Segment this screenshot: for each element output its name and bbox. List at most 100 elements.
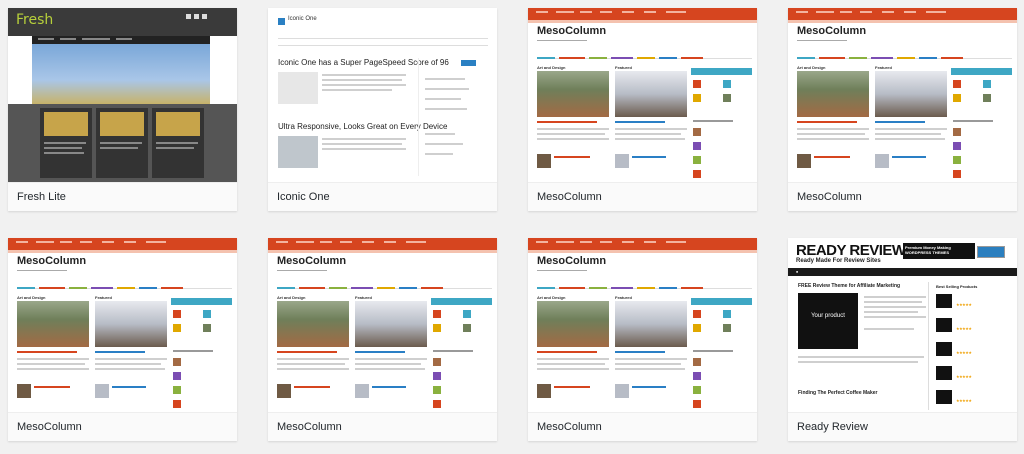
preview-column xyxy=(96,108,148,178)
preview-image xyxy=(278,72,318,104)
post-title xyxy=(875,121,925,123)
preview-tabs xyxy=(951,68,1012,75)
theme-name: MesoColumn xyxy=(8,412,237,441)
preview-tabs xyxy=(691,298,752,305)
preview-column xyxy=(40,108,92,178)
theme-card-fresh-lite[interactable]: Fresh Fresh Lite xyxy=(8,8,237,211)
theme-name: MesoColumn xyxy=(788,182,1017,211)
preview-nav: ■ xyxy=(788,268,1017,276)
theme-card-mesocolumn[interactable]: MesoColumn Art and Design Featured MesoC… xyxy=(528,238,757,441)
theme-name: MesoColumn xyxy=(528,412,757,441)
preview-image xyxy=(537,71,609,117)
social-icon xyxy=(202,14,207,19)
preview-topbar xyxy=(8,238,237,250)
preview-logo: READY REVIEW xyxy=(796,242,906,259)
section-heading: Featured xyxy=(615,295,632,300)
preview-tabs xyxy=(691,68,752,75)
preview-sidebar xyxy=(418,58,479,176)
product-thumb xyxy=(936,342,952,356)
section-heading: Featured xyxy=(875,65,892,70)
preview-image xyxy=(95,301,167,347)
post-title xyxy=(95,351,145,353)
theme-card-mesocolumn[interactable]: MesoColumn Art and Design Featured MesoC… xyxy=(528,8,757,211)
preview-headline: FREE Review Theme for Affiliate Marketin… xyxy=(798,283,901,289)
preview-topbar xyxy=(268,238,497,250)
preview-product-image: Your product xyxy=(798,293,858,349)
preview-logo: MesoColumn xyxy=(537,25,607,37)
section-heading: Art and Design xyxy=(797,65,826,70)
banner-text: Premium Money Making WORDPRESS THEMES xyxy=(905,245,951,255)
preview-search-button xyxy=(461,60,476,66)
divider xyxy=(928,282,929,410)
post-title xyxy=(537,121,597,123)
preview-logo: MesoColumn xyxy=(17,255,87,267)
section-heading: Art and Design xyxy=(537,65,566,70)
preview-nav xyxy=(537,280,752,289)
social-icon xyxy=(186,14,191,19)
section-heading: Featured xyxy=(95,295,112,300)
preview-post-title: Finding The Perfect Coffee Maker xyxy=(798,390,878,396)
preview-image xyxy=(615,71,687,117)
theme-screenshot: READY REVIEW Ready Made For Review Sites… xyxy=(788,238,1017,412)
preview-tabs xyxy=(431,298,492,305)
theme-screenshot: MesoColumn Art and Design Featured xyxy=(268,238,497,412)
preview-logo: Fresh xyxy=(16,12,54,28)
post-title xyxy=(277,351,337,353)
theme-name: Iconic One xyxy=(268,182,497,211)
product-thumb xyxy=(936,294,952,308)
theme-screenshot: MesoColumn Art and Design Featured xyxy=(528,8,757,182)
post-title xyxy=(615,121,665,123)
preview-logo: MesoColumn xyxy=(277,255,347,267)
preview-image xyxy=(355,301,427,347)
preview-column xyxy=(152,108,204,178)
theme-card-mesocolumn[interactable]: MesoColumn Art and Design Featured MesoC… xyxy=(788,8,1017,211)
preview-logo: MesoColumn xyxy=(537,255,607,267)
theme-card-ready-review[interactable]: READY REVIEW Ready Made For Review Sites… xyxy=(788,238,1017,441)
preview-nav xyxy=(278,38,488,46)
preview-banner-ad: Premium Money Making WORDPRESS THEMES xyxy=(903,243,975,259)
theme-card-mesocolumn[interactable]: MesoColumn Art and Design Featured MesoC… xyxy=(268,238,497,441)
theme-card-iconic-one[interactable]: Iconic One Iconic One has a Super PageSp… xyxy=(268,8,497,211)
preview-nav xyxy=(797,50,1012,59)
preview-nav xyxy=(32,36,210,44)
theme-name: Fresh Lite xyxy=(8,182,237,211)
preview-topbar xyxy=(528,238,757,250)
section-heading: Featured xyxy=(355,295,372,300)
preview-image xyxy=(278,136,318,168)
theme-screenshot: Fresh xyxy=(8,8,237,182)
post-title xyxy=(355,351,405,353)
section-heading: Art and Design xyxy=(537,295,566,300)
section-heading: Art and Design xyxy=(277,295,306,300)
post-title xyxy=(537,351,597,353)
post-title xyxy=(615,351,665,353)
preview-image xyxy=(277,301,349,347)
post-title xyxy=(17,351,77,353)
preview-logo: Iconic One xyxy=(288,16,317,22)
preview-image xyxy=(17,301,89,347)
post-title xyxy=(797,121,857,123)
preview-tabs xyxy=(171,298,232,305)
theme-card-mesocolumn[interactable]: MesoColumn Art and Design Featured MesoC… xyxy=(8,238,237,441)
product-thumb xyxy=(936,366,952,380)
section-heading: Featured xyxy=(615,65,632,70)
sidebar-heading: Best Selling Products xyxy=(936,284,978,289)
product-label: Your product xyxy=(811,313,845,319)
iconic-logo-icon xyxy=(278,18,285,25)
preview-hero-image xyxy=(32,44,210,104)
banner-button xyxy=(977,246,1005,258)
theme-screenshot: MesoColumn Art and Design Featured xyxy=(788,8,1017,182)
social-icon xyxy=(194,14,199,19)
theme-name: MesoColumn xyxy=(268,412,497,441)
product-thumb xyxy=(936,390,952,404)
theme-screenshot: MesoColumn Art and Design Featured xyxy=(528,238,757,412)
preview-tagline: Ready Made For Review Sites xyxy=(796,258,881,264)
theme-screenshot: MesoColumn Art and Design Featured xyxy=(8,238,237,412)
section-heading: Art and Design xyxy=(17,295,46,300)
preview-image xyxy=(797,71,869,117)
preview-nav xyxy=(277,280,492,289)
preview-topbar xyxy=(528,8,757,20)
preview-topbar xyxy=(788,8,1017,20)
theme-screenshot: Iconic One Iconic One has a Super PageSp… xyxy=(268,8,497,182)
theme-name: Ready Review xyxy=(788,412,1017,441)
preview-image xyxy=(875,71,947,117)
